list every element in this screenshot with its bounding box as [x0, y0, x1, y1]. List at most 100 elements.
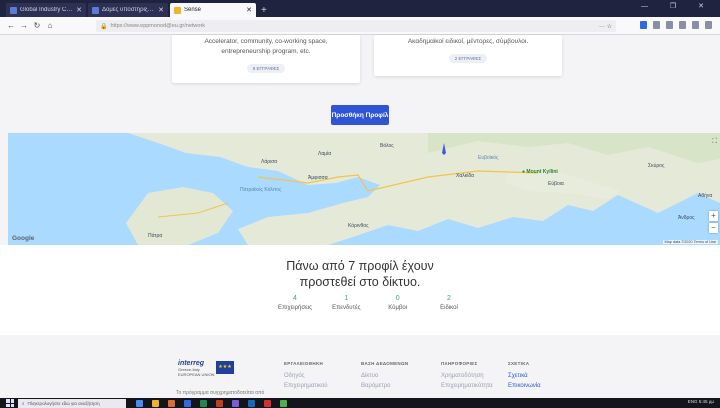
browser-nav-bar: ← → ↻ ⌂ 🔒 https://www.eppmonod@eu.gr/net…: [0, 17, 720, 35]
download-icon[interactable]: [640, 21, 647, 29]
stat-experts[interactable]: 2 Ειδικοί: [426, 295, 472, 311]
map-credit[interactable]: Map data ©2020 Terms of Use: [662, 240, 718, 244]
excel-icon[interactable]: [200, 399, 207, 407]
footer-column-toolbox: ΕΡΓΑΛΕΙΟΘΗΚΗ Οδηγός Επιχειρηματικού: [284, 361, 328, 391]
map-label-city: Χαλκίδα: [456, 173, 475, 179]
interreg-logo[interactable]: interreg Greece-Italy EUROPEAN UNION ★★★: [178, 360, 234, 382]
footer-link[interactable]: Σχετικά: [508, 371, 541, 381]
outlook-icon[interactable]: [248, 399, 255, 407]
os-taskbar: ⌕ Πληκτρολογήστε εδώ για αναζήτηση ENG 5…: [0, 398, 720, 408]
search-icon: ⌕: [22, 400, 25, 406]
page-footer: interreg Greece-Italy EUROPEAN UNION ★★★…: [0, 335, 720, 398]
stats-title: Πάνω από 7 προφίλ έχουν προστεθεί στο δί…: [0, 258, 720, 290]
favicon-icon: [10, 6, 17, 14]
stat-businesses[interactable]: 4 Επιχειρήσεις: [272, 295, 318, 311]
account-icon[interactable]: [692, 21, 699, 29]
google-logo: Google: [12, 235, 35, 242]
firefox-icon[interactable]: [168, 399, 175, 407]
category-card-organizations[interactable]: Accelerator, community, co-working space…: [172, 35, 360, 83]
footer-link[interactable]: Επιχειρηματικότητα: [441, 381, 493, 391]
map-label-city: Εύβοια: [548, 181, 564, 187]
file-explorer-icon[interactable]: [152, 399, 159, 407]
pdf-icon[interactable]: [264, 399, 271, 407]
browser-tab-1[interactable]: Global Industry Classificatio ✕: [6, 3, 86, 17]
sidebar-icon[interactable]: [666, 21, 673, 29]
zoom-out-button[interactable]: −: [709, 223, 718, 233]
close-tab-icon[interactable]: ✕: [158, 6, 164, 14]
footer-link[interactable]: Βαρόμετρο: [361, 381, 408, 391]
map-label-water: Πατραϊκός Κόλπος: [240, 187, 282, 193]
map-label-city: Κόρινθος: [348, 223, 369, 229]
map-label-place: ● Mount Kyllini: [522, 169, 558, 175]
task-view-icon[interactable]: [136, 399, 143, 407]
taskbar-search-input[interactable]: ⌕ Πληκτρολογήστε εδώ για αναζήτηση: [18, 398, 126, 408]
menu-icon[interactable]: [705, 21, 712, 29]
map-label-city: Λάρισα: [261, 159, 278, 165]
browser-tab-3-active[interactable]: Sense ✕: [170, 3, 256, 17]
footer-link[interactable]: Επιχειρηματικού: [284, 381, 328, 391]
window-controls[interactable]: — ❐ ✕: [641, 2, 714, 10]
map-label-city: Αθήνα: [698, 193, 713, 199]
forward-icon[interactable]: →: [19, 21, 29, 30]
peloponnese-shape: [126, 187, 233, 245]
stat-count: 1: [344, 295, 349, 302]
close-tab-icon[interactable]: ✕: [76, 6, 82, 14]
footer-column-about: ΣΧΕΤΙΚΑ Σχετικά Επικοινωνία: [508, 361, 541, 391]
footer-column-database: ΒΑΣΗ ΔΕΔΟΜΕΝΩΝ Δίκτυο Βαρόμετρο: [361, 361, 408, 391]
system-tray[interactable]: ENG 5:45 μμ: [688, 399, 714, 404]
fullscreen-icon[interactable]: ⛶: [712, 138, 717, 146]
add-profile-button[interactable]: Προσθήκη Προφίλ: [331, 105, 389, 125]
chrome-icon[interactable]: [280, 399, 287, 407]
toolbar-extensions: [634, 21, 712, 29]
map-label-city: Άνδρος: [678, 215, 695, 221]
footer-link[interactable]: Δίκτυο: [361, 371, 408, 381]
browser-tab-2[interactable]: Δομές υποστήριξης | Innovation ✕: [88, 3, 168, 17]
address-bar[interactable]: 🔒 https://www.eppmonod@eu.gr/network ···…: [96, 20, 616, 32]
extension-icon[interactable]: [679, 21, 686, 29]
close-tab-icon[interactable]: ✕: [246, 6, 252, 14]
home-icon[interactable]: ⌂: [45, 21, 55, 30]
stat-hubs[interactable]: 0 Κόμβοι: [375, 295, 421, 311]
back-icon[interactable]: ←: [6, 21, 16, 30]
place-name: Mount Kyllini: [526, 169, 558, 175]
stat-investors[interactable]: 1 Επενδυτές: [323, 295, 369, 311]
stat-label: Κόμβοι: [388, 305, 408, 311]
favicon-icon: [92, 6, 99, 14]
search-placeholder: Πληκτρολογήστε εδώ για αναζήτηση: [27, 400, 100, 406]
page-actions-icon[interactable]: ··· ☆: [599, 23, 612, 30]
library-icon[interactable]: [653, 21, 660, 29]
footer-column-title: ΕΡΓΑΛΕΙΟΘΗΚΗ: [284, 361, 324, 366]
map-label-city: Άμφισσα: [308, 175, 328, 181]
footer-link[interactable]: Χρηματοδότηση: [441, 371, 493, 381]
powerpoint-icon[interactable]: [216, 399, 223, 407]
card-description: Ακαδημαϊκοί ειδικοί, μέντορες, σύμβουλοι…: [407, 38, 529, 45]
footer-column-title: ΒΑΣΗ ΔΕΔΟΜΕΝΩΝ: [361, 361, 409, 366]
footer-link[interactable]: Επικοινωνία: [508, 381, 541, 391]
footer-column-title: ΣΧΕΤΙΚΑ: [508, 361, 530, 366]
footer-column-title: ΠΛΗΡΟΦΟΡΙΕΣ: [441, 361, 478, 366]
funding-caption: Το πρόγραμμα συγχρηματοδοτείται από: [176, 390, 265, 396]
stat-count: 4: [293, 295, 297, 302]
stats-section: Πάνω από 7 προφίλ έχουν προστεθεί στο δί…: [0, 245, 720, 335]
taskbar-apps: [136, 399, 296, 407]
windows-start-icon[interactable]: [6, 399, 14, 407]
teams-icon[interactable]: [232, 399, 239, 407]
tab-title: Global Industry Classificatio: [20, 7, 73, 13]
category-card-experts[interactable]: Ακαδημαϊκοί ειδικοί, μέντορες, σύμβουλοι…: [374, 35, 562, 76]
stats-row: 4 Επιχειρήσεις 1 Επενδυτές 0 Κόμβοι 2 Ει…: [272, 295, 472, 311]
map-label-city: Σκύρος: [648, 163, 665, 169]
map-view[interactable]: Λάρισα Βόλος Χαλκίδα Λαμία Εύβοια Άμφισσ…: [8, 133, 720, 245]
entries-badge: 8 ΕΓΓΡΑΦΕΣ: [246, 64, 286, 73]
stat-count: 0: [395, 295, 400, 302]
new-tab-icon[interactable]: +: [261, 5, 267, 16]
card-description: Accelerator, community, co-working space…: [204, 38, 328, 55]
zoom-in-button[interactable]: +: [709, 211, 718, 221]
reload-icon[interactable]: ↻: [32, 21, 42, 30]
stat-label: Ειδικοί: [440, 305, 458, 311]
footer-column-info: ΠΛΗΡΟΦΟΡΙΕΣ Χρηματοδότηση Επιχειρηματικό…: [441, 361, 493, 391]
map-label-water: Ευβοϊκός: [478, 155, 499, 161]
word-icon[interactable]: [184, 399, 191, 407]
entries-badge: 2 ΕΓΓΡΑΦΕΣ: [448, 54, 488, 63]
stats-title-line1: Πάνω από 7 προφίλ έχουν: [286, 259, 434, 273]
footer-link[interactable]: Οδηγός: [284, 371, 328, 381]
